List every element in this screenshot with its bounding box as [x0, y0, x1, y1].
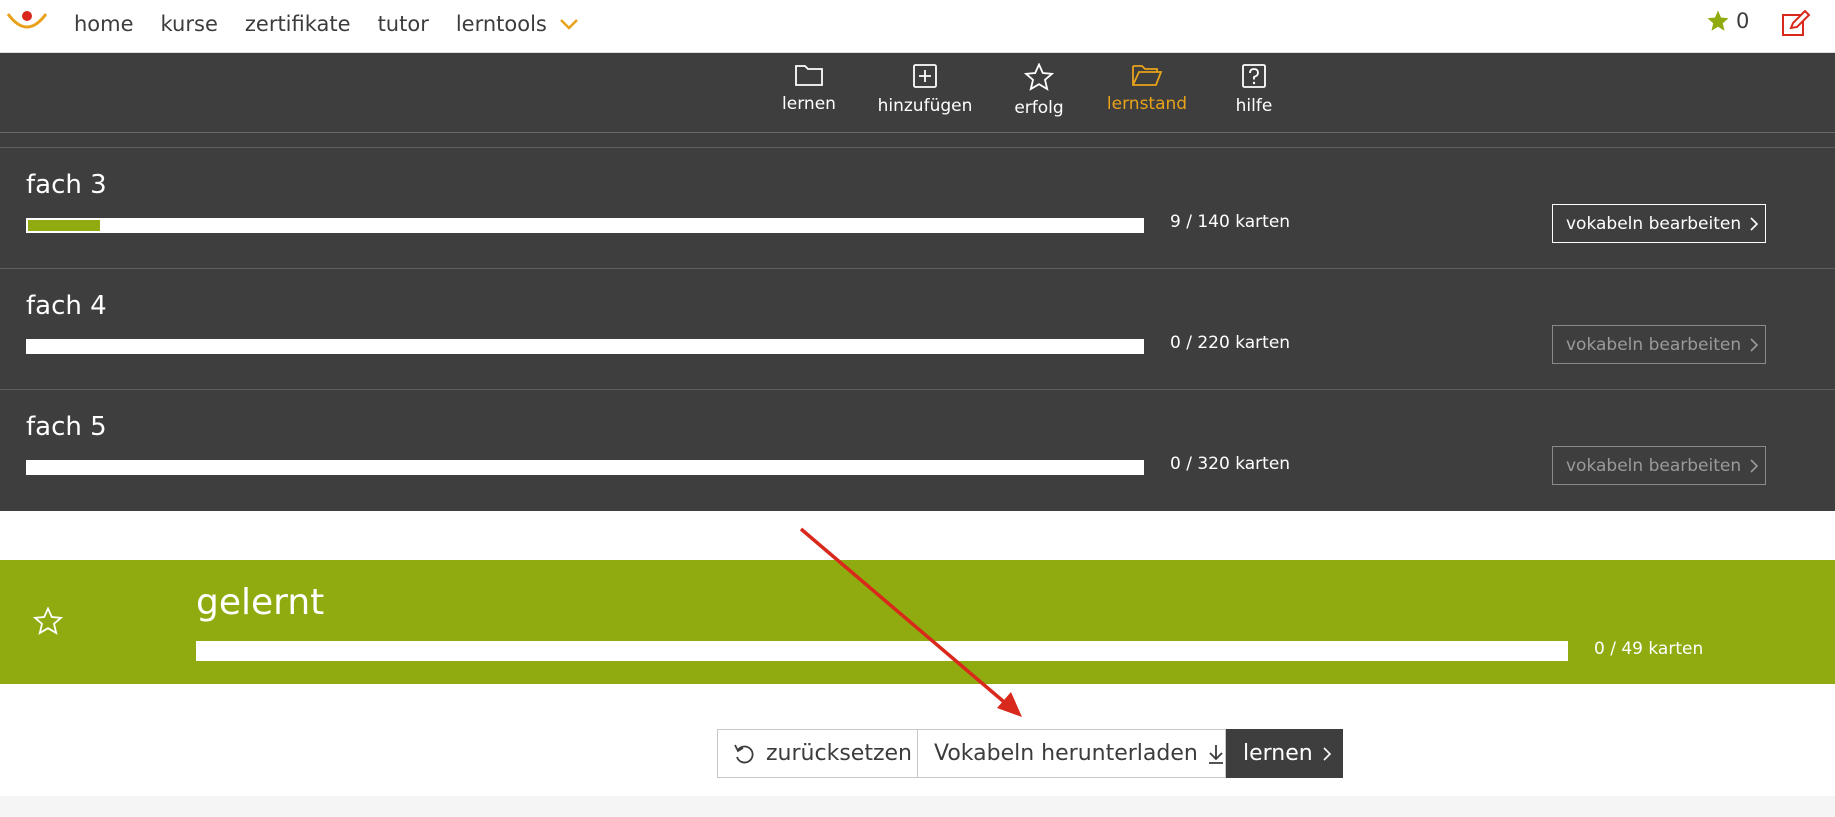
edit-vocab-button-label: vokabeln bearbeiten	[1566, 334, 1742, 355]
star-count: 0	[1736, 9, 1750, 33]
tool-hinzufuegen[interactable]: hinzufügen	[876, 53, 974, 133]
stage-title: fach 5	[26, 412, 107, 442]
plus-square-icon	[913, 64, 937, 88]
reset-button[interactable]: zurücksetzen	[717, 729, 918, 778]
download-icon	[1208, 744, 1223, 764]
learn-button[interactable]: lernen	[1226, 729, 1343, 778]
stage-progress-bar	[26, 460, 1144, 475]
edit-icon[interactable]	[1781, 10, 1811, 38]
edit-vocab-button[interactable]: vokabeln bearbeiten	[1552, 446, 1766, 485]
tool-hilfe[interactable]: hilfe	[1234, 53, 1274, 133]
tool-lernstand[interactable]: lernstand	[1105, 53, 1189, 133]
top-navigation-bar: home kurse zertifikate tutor lerntools 0	[0, 0, 1835, 53]
nav-tutor[interactable]: tutor	[378, 12, 429, 36]
edit-vocab-button[interactable]: vokabeln bearbeiten	[1552, 204, 1766, 243]
undo-icon	[734, 744, 754, 763]
tool-lernstand-label: lernstand	[1106, 94, 1188, 114]
nav-kurse[interactable]: kurse	[161, 12, 218, 36]
stage-card-count: 0 / 220 karten	[1170, 333, 1291, 353]
chevron-right-icon	[1323, 746, 1331, 761]
nav-lerntools-dropdown[interactable]: lerntools	[456, 12, 579, 36]
stage-card-count: 0 / 320 karten	[1170, 454, 1291, 474]
nav-lerntools-label: lerntools	[455, 11, 547, 36]
chevron-down-icon	[559, 18, 578, 30]
edit-vocab-button-label: vokabeln bearbeiten	[1566, 213, 1742, 234]
chevron-right-icon	[1750, 216, 1759, 231]
star-outline-icon	[33, 607, 63, 635]
nav-zertifikate[interactable]: zertifikate	[245, 12, 351, 36]
stage-title: fach 3	[26, 170, 107, 200]
help-square-icon	[1242, 64, 1266, 88]
download-vocab-button[interactable]: Vokabeln herunterladen	[918, 729, 1226, 778]
folder-open-icon	[1132, 65, 1163, 86]
tool-hinzufuegen-label: hinzufügen	[877, 96, 973, 116]
tool-hilfe-label: hilfe	[1235, 96, 1273, 116]
star-counter[interactable]: 0	[1706, 9, 1749, 33]
stage-fach-4: fach 4 0 / 220 karten vokabeln bearbeite…	[0, 268, 1835, 389]
tool-bar: lernen hinzufügen erfolg lernstand hilfe	[0, 53, 1835, 133]
nav-home[interactable]: home	[74, 12, 134, 36]
star-icon	[1024, 63, 1054, 91]
stage-card-count: 9 / 140 karten	[1170, 212, 1291, 232]
download-vocab-button-label: Vokabeln herunterladen	[934, 741, 1198, 766]
main-nav: home kurse zertifikate tutor lerntools	[74, 0, 606, 47]
learned-card-count: 0 / 49 karten	[1594, 639, 1704, 659]
stage-title: fach 4	[26, 291, 107, 321]
logo-icon[interactable]	[6, 6, 48, 36]
learned-block: gelernt 0 / 49 karten	[0, 560, 1835, 684]
edit-vocab-button-label: vokabeln bearbeiten	[1566, 455, 1742, 476]
tool-erfolg[interactable]: erfolg	[1012, 53, 1066, 133]
footer-strip	[0, 796, 1835, 817]
stage-fach-5: fach 5 0 / 320 karten vokabeln bearbeite…	[0, 389, 1835, 510]
tool-lernen-label: lernen	[782, 94, 836, 114]
star-filled-icon	[1707, 10, 1729, 31]
folder-icon	[795, 65, 823, 86]
edit-vocab-button[interactable]: vokabeln bearbeiten	[1552, 325, 1766, 364]
stage-progress-fill	[28, 220, 100, 231]
stage-progress-bar	[26, 218, 1144, 233]
reset-button-label: zurücksetzen	[766, 741, 912, 766]
stage-list: fach 3 9 / 140 karten vokabeln bearbeite…	[0, 133, 1835, 511]
tool-lernen[interactable]: lernen	[781, 53, 837, 133]
learned-progress-bar	[196, 641, 1568, 661]
learned-title: gelernt	[196, 582, 325, 623]
chevron-right-icon	[1750, 337, 1759, 352]
stage-progress-bar	[26, 339, 1144, 354]
chevron-right-icon	[1750, 458, 1759, 473]
action-button-group: zurücksetzen Vokabeln herunterladen lern…	[717, 729, 1343, 778]
tool-erfolg-label: erfolg	[1014, 98, 1064, 118]
learn-button-label: lernen	[1243, 741, 1313, 766]
stage-fach-3: fach 3 9 / 140 karten vokabeln bearbeite…	[0, 147, 1835, 268]
